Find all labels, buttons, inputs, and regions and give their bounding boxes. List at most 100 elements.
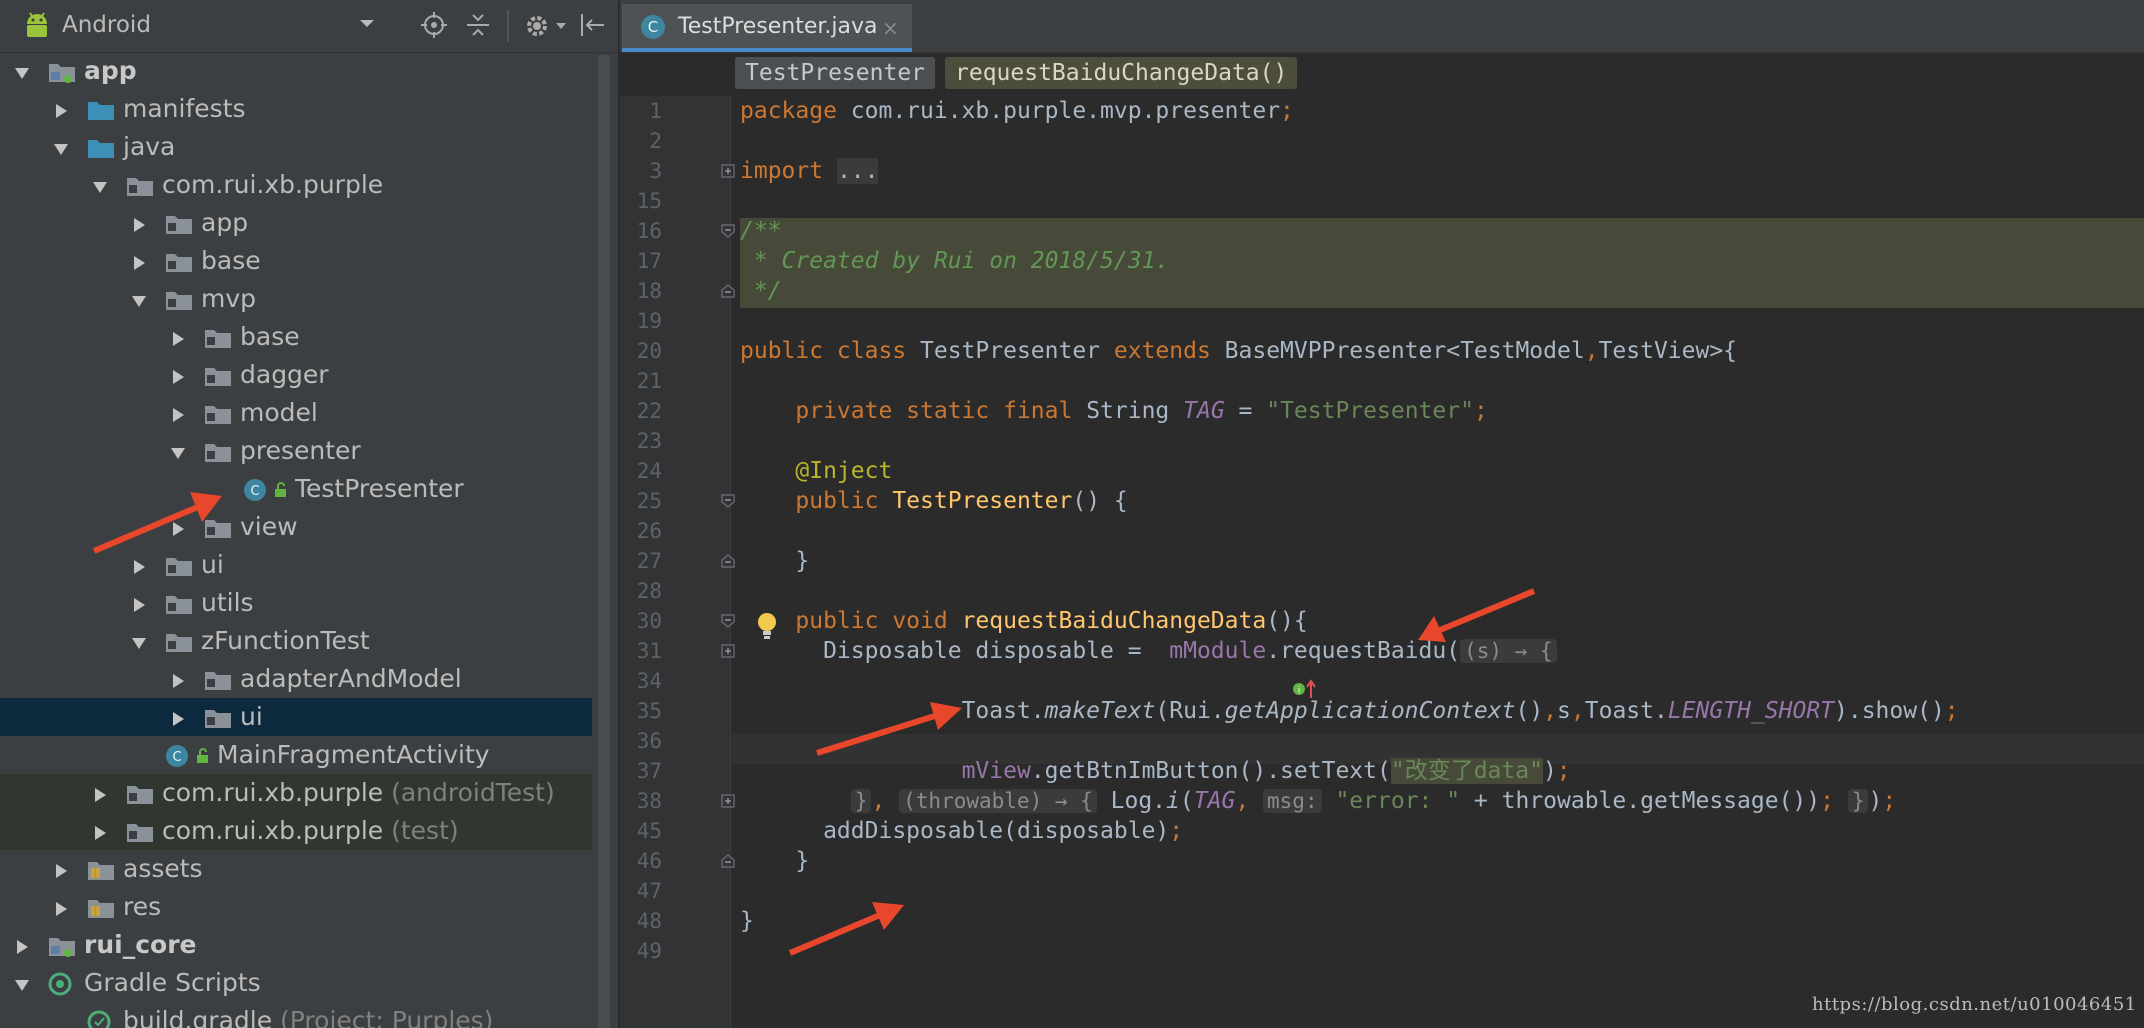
- tree-collapsed-icon[interactable]: [170, 331, 186, 347]
- fold-expand-icon[interactable]: [721, 164, 735, 178]
- fold-collapse-icon[interactable]: [721, 554, 735, 568]
- tree-item[interactable]: ui: [0, 546, 592, 584]
- code-line[interactable]: 47: [620, 876, 2144, 906]
- tree-item[interactable]: app: [0, 52, 592, 90]
- tree-item[interactable]: adapterAndModel: [0, 660, 592, 698]
- code-line[interactable]: 28: [620, 576, 2144, 606]
- code-area[interactable]: 1 package com.rui.xb.purple.mvp.presenter…: [620, 96, 2144, 1028]
- locate-icon[interactable]: [420, 11, 448, 39]
- code-line[interactable]: 22 private static final String TAG = "Te…: [620, 396, 2144, 426]
- code-line[interactable]: 45 addDisposable(disposable);: [620, 816, 2144, 846]
- code-line[interactable]: 1 package com.rui.xb.purple.mvp.presenter…: [620, 96, 2144, 126]
- code-line[interactable]: 36: [620, 726, 2144, 756]
- tree-item[interactable]: model: [0, 394, 592, 432]
- code-line[interactable]: 18 */: [620, 276, 2144, 306]
- code-line[interactable]: 31 Disposable disposable = mModule.reque…: [620, 636, 2144, 666]
- tree-collapsed-icon[interactable]: [53, 103, 69, 119]
- code-line[interactable]: 35 Toast.makeText(Rui.getApplicationCont…: [620, 696, 2144, 726]
- tree-item[interactable]: C TestPresenter: [0, 470, 592, 508]
- tree-expanded-icon[interactable]: [131, 293, 147, 309]
- tree-expanded-icon[interactable]: [170, 445, 186, 461]
- tree-collapsed-icon[interactable]: [170, 521, 186, 537]
- chevron-down-icon[interactable]: [553, 11, 569, 41]
- tree-collapsed-icon[interactable]: [53, 863, 69, 879]
- tree-item[interactable]: com.rui.xb.purple (test): [0, 812, 592, 850]
- fold-collapse-icon[interactable]: [721, 224, 735, 238]
- tree-item[interactable]: view: [0, 508, 592, 546]
- breadcrumb-method[interactable]: requestBaiduChangeData(): [945, 57, 1298, 89]
- tree-item[interactable]: Gradle Scripts: [0, 964, 592, 1002]
- tree-expanded-icon[interactable]: [14, 977, 30, 993]
- code-line[interactable]: 49: [620, 936, 2144, 966]
- chevron-down-icon[interactable]: [358, 14, 376, 32]
- tree-expanded-icon[interactable]: [53, 141, 69, 157]
- tree-collapsed-icon[interactable]: [131, 255, 147, 271]
- tree-collapsed-icon[interactable]: [170, 673, 186, 689]
- tree-expanded-icon[interactable]: [92, 179, 108, 195]
- project-scrollbar[interactable]: [598, 55, 610, 1028]
- fold-expand-icon[interactable]: [721, 794, 735, 808]
- tree-expanded-icon[interactable]: [131, 635, 147, 651]
- close-icon[interactable]: ×: [882, 16, 899, 40]
- tree-collapsed-icon[interactable]: [14, 939, 30, 955]
- tree-item[interactable]: build.gradle (Project: Purples): [0, 1002, 592, 1028]
- fold-expand-icon[interactable]: [721, 644, 735, 658]
- code-line[interactable]: 27 }: [620, 546, 2144, 576]
- tree-collapsed-icon[interactable]: [131, 597, 147, 613]
- tree-collapsed-icon[interactable]: [131, 217, 147, 233]
- tree-item[interactable]: java: [0, 128, 592, 166]
- implements-marker-icon[interactable]: i: [1292, 678, 1318, 700]
- code-line[interactable]: 30 public void requestBaiduChangeData(){: [620, 606, 2144, 636]
- tree-item[interactable]: base: [0, 318, 592, 356]
- tree-expanded-icon[interactable]: [14, 65, 30, 81]
- fold-collapse-icon[interactable]: [721, 854, 735, 868]
- tree-item[interactable]: com.rui.xb.purple (androidTest): [0, 774, 592, 812]
- tree-item[interactable]: com.rui.xb.purple: [0, 166, 592, 204]
- project-view-selector[interactable]: Android: [62, 12, 151, 38]
- fold-collapse-icon[interactable]: [721, 494, 735, 508]
- code-line[interactable]: 24 @Inject: [620, 456, 2144, 486]
- tree-item[interactable]: zFunctionTest: [0, 622, 592, 660]
- tree-item[interactable]: base: [0, 242, 592, 280]
- code-line[interactable]: 21: [620, 366, 2144, 396]
- code-line[interactable]: 48}: [620, 906, 2144, 936]
- code-line[interactable]: 2: [620, 126, 2144, 156]
- breadcrumb-class[interactable]: TestPresenter: [735, 57, 936, 89]
- tree-collapsed-icon[interactable]: [92, 787, 108, 803]
- tree-item[interactable]: mvp: [0, 280, 592, 318]
- code-line[interactable]: 19: [620, 306, 2144, 336]
- tree-collapsed-icon[interactable]: [170, 711, 186, 727]
- code-line[interactable]: 15: [620, 186, 2144, 216]
- fold-collapse-icon[interactable]: [721, 614, 735, 628]
- tree-collapsed-icon[interactable]: [53, 901, 69, 917]
- tree-item[interactable]: assets: [0, 850, 592, 888]
- gear-icon[interactable]: [522, 11, 552, 41]
- collapse-all-icon[interactable]: [464, 11, 492, 39]
- lightbulb-icon[interactable]: [754, 610, 780, 642]
- tree-item[interactable]: manifests: [0, 90, 592, 128]
- tree-item[interactable]: presenter: [0, 432, 592, 470]
- tree-collapsed-icon[interactable]: [92, 825, 108, 841]
- tree-item[interactable]: dagger: [0, 356, 592, 394]
- code-line[interactable]: 25 public TestPresenter() {: [620, 486, 2144, 516]
- code-line[interactable]: 46 }: [620, 846, 2144, 876]
- code-line[interactable]: 34: [620, 666, 2144, 696]
- tree-item[interactable]: res: [0, 888, 592, 926]
- tab-testpresenter-java[interactable]: C TestPresenter.java ×: [622, 4, 912, 52]
- code-line[interactable]: 20 public class TestPresenter extends Bas…: [620, 336, 2144, 366]
- fold-collapse-icon[interactable]: [721, 284, 735, 298]
- code-line[interactable]: 17 * Created by Rui on 2018/5/31.: [620, 246, 2144, 276]
- hide-panel-icon[interactable]: [578, 11, 606, 39]
- tree-item[interactable]: ui: [0, 698, 592, 736]
- code-line[interactable]: 37 mView.getBtnImButton().setText("改变了da…: [620, 756, 2144, 786]
- tree-item[interactable]: utils: [0, 584, 592, 622]
- code-line[interactable]: 26: [620, 516, 2144, 546]
- tree-collapsed-icon[interactable]: [170, 407, 186, 423]
- tree-item[interactable]: C MainFragmentActivity: [0, 736, 592, 774]
- code-line[interactable]: 23: [620, 426, 2144, 456]
- tree-item[interactable]: rui_core: [0, 926, 592, 964]
- tree-item[interactable]: app: [0, 204, 592, 242]
- code-line[interactable]: 38 }, (throwable) → { Log.i(TAG, msg: "e…: [620, 786, 2144, 816]
- tree-collapsed-icon[interactable]: [131, 559, 147, 575]
- tree-collapsed-icon[interactable]: [170, 369, 186, 385]
